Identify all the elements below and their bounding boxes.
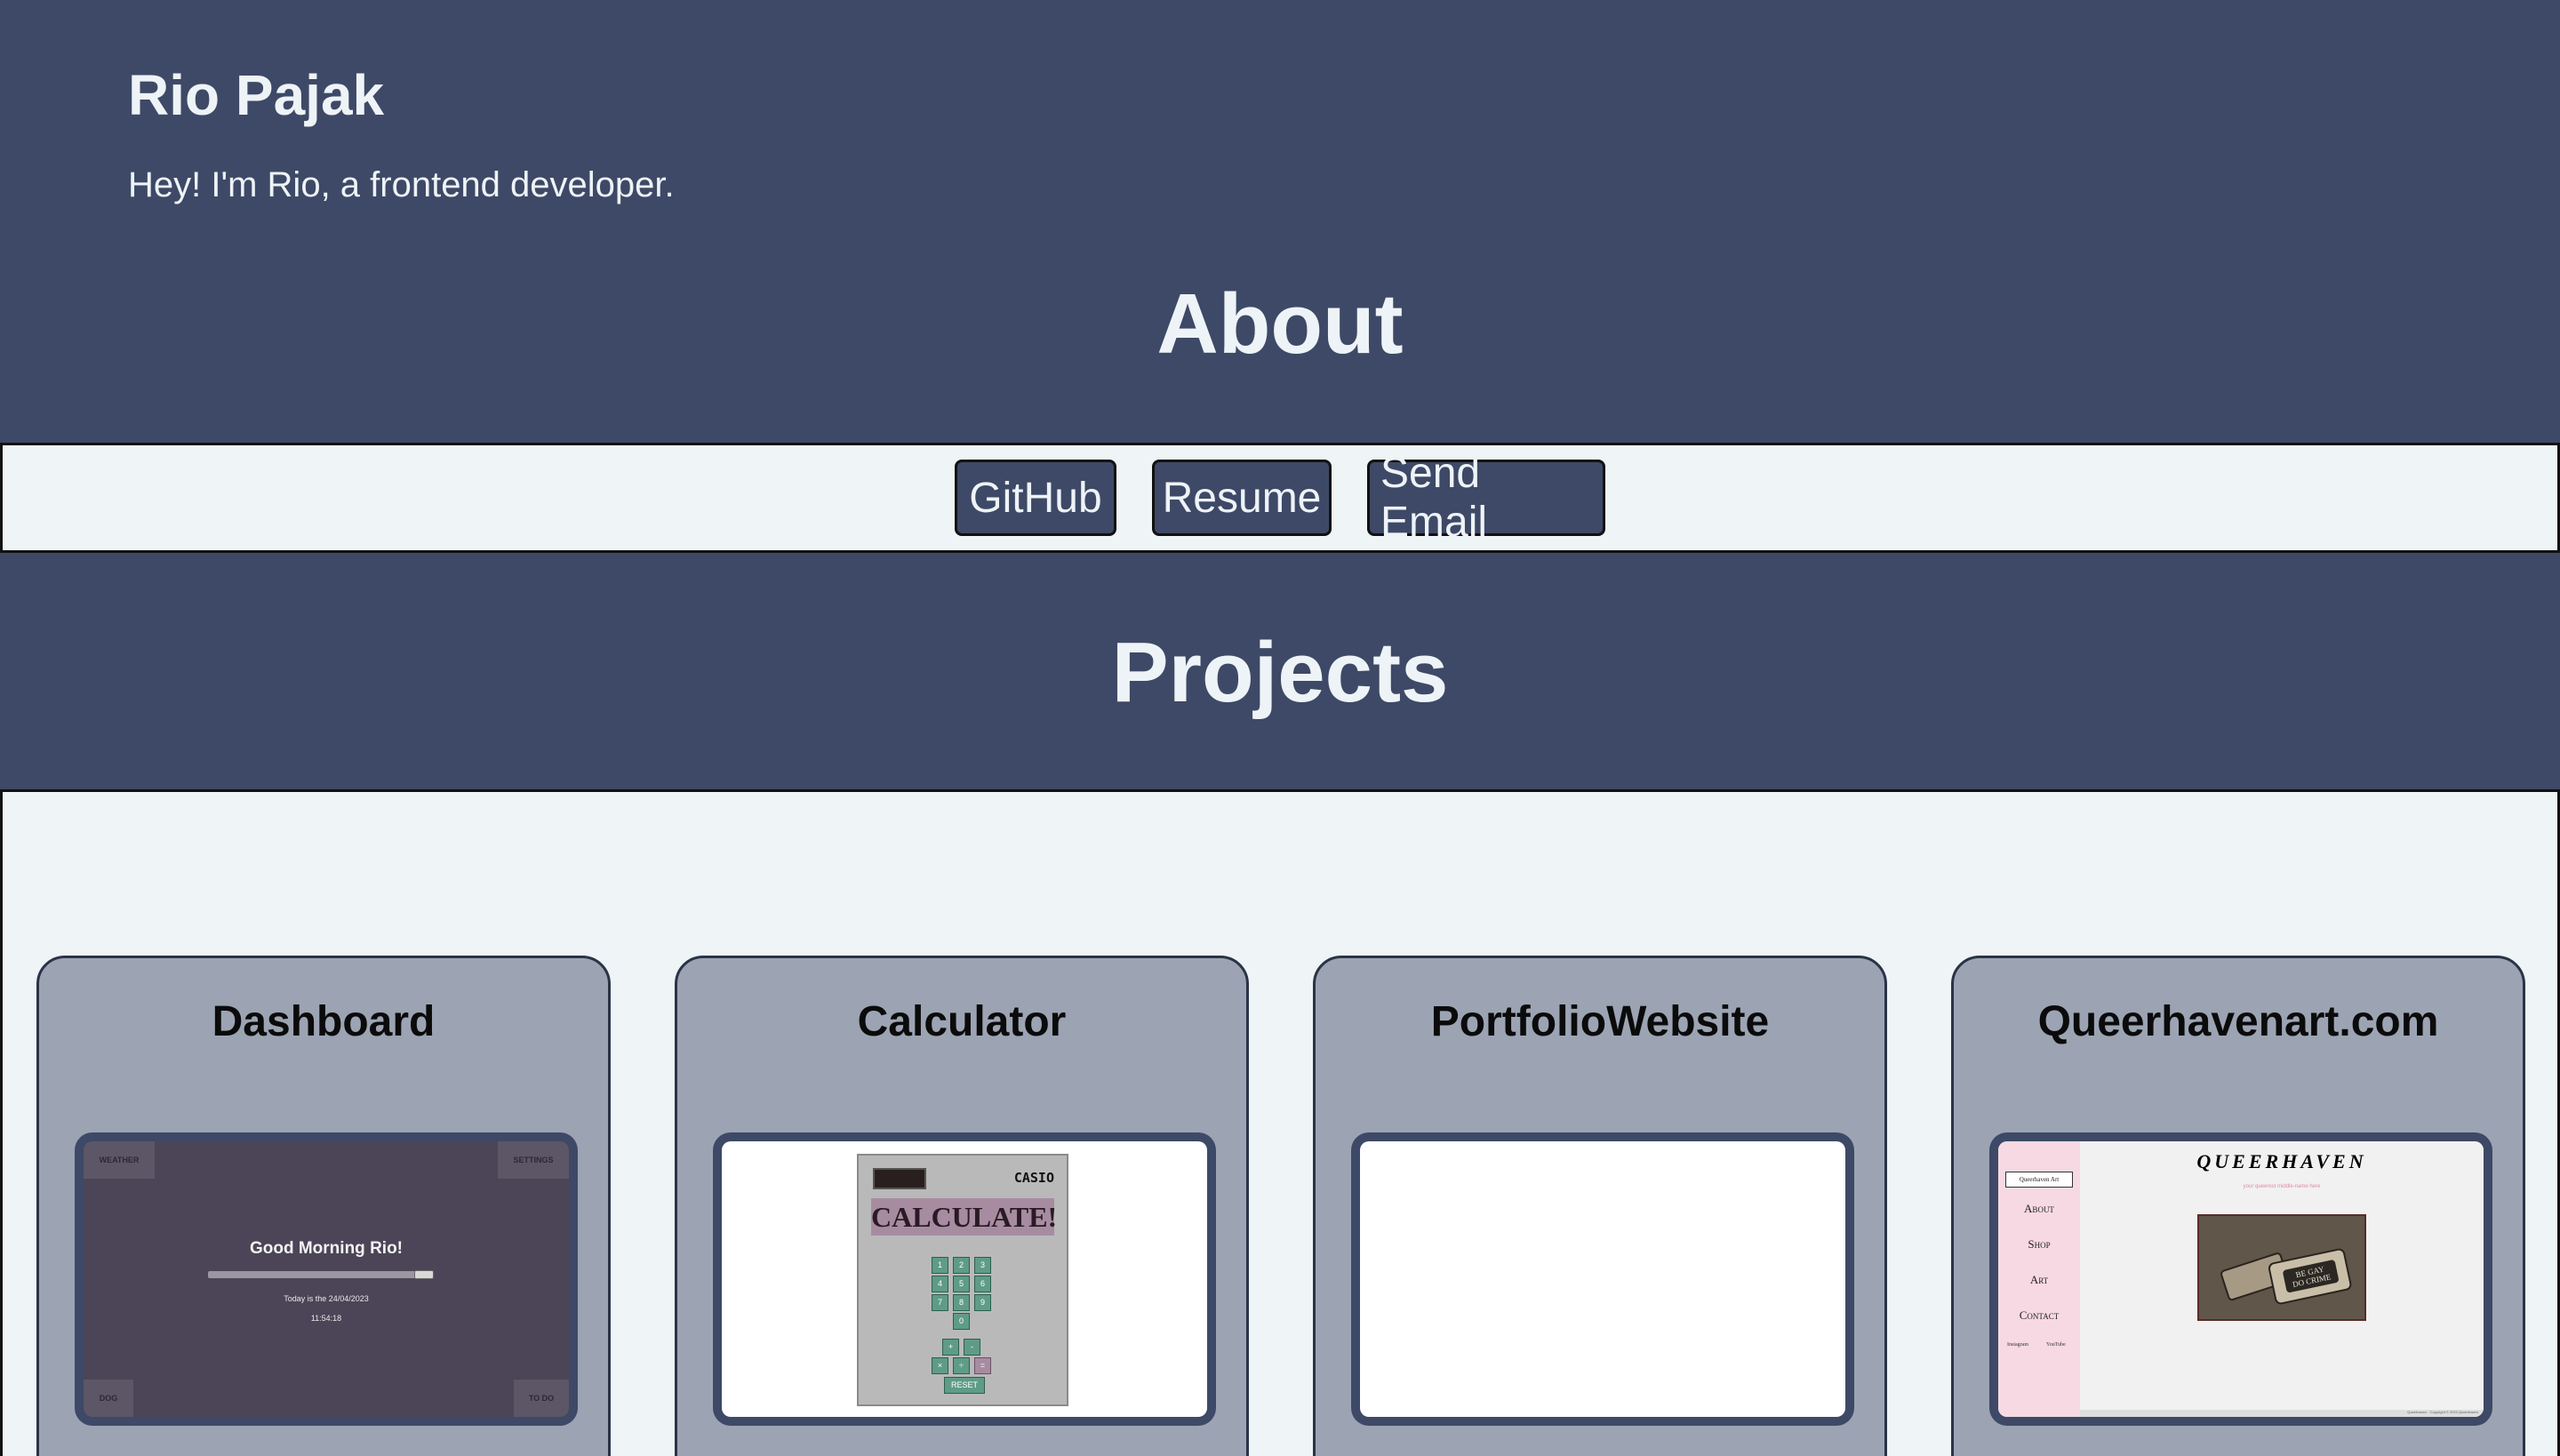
send-email-button[interactable]: Send Email <box>1367 450 1605 546</box>
todo-tile: TO DO <box>514 1380 569 1417</box>
queerhaven-tagline: your queerest middle-name here <box>2243 1184 2321 1189</box>
settings-tile: SETTINGS <box>498 1141 569 1179</box>
calculator-heading: CALCULATE! <box>871 1198 1057 1236</box>
project-preview-frame[interactable]: WEATHER SETTINGS DOG TO DO Good Morning … <box>75 1132 578 1426</box>
project-title: PortfolioWebsite <box>1430 998 1770 1045</box>
queerhaven-nav-about: About <box>2024 1202 2054 1215</box>
project-title: Calculator <box>857 998 1067 1045</box>
about-heading: About <box>1156 276 1404 372</box>
queerhaven-main: QUEERHAVEN your queerest middle-name her… <box>2080 1141 2484 1417</box>
time-text: 11:54:18 <box>310 1314 342 1323</box>
calc-key: 2 <box>953 1257 970 1274</box>
calc-key: 7 <box>932 1294 948 1311</box>
queerhaven-nav-contact: Contact <box>2019 1308 2060 1322</box>
queerhaven-nav-shop: Shop <box>2028 1237 2051 1251</box>
dog-tile: DOG <box>84 1380 133 1417</box>
header: Rio Pajak Hey! I'm Rio, a frontend devel… <box>0 0 2560 443</box>
search-button <box>414 1270 434 1279</box>
calc-key: 8 <box>953 1294 970 1311</box>
project-title: Queerhavenart.com <box>2037 998 2439 1045</box>
calc-key: = <box>974 1357 991 1374</box>
greeting-text: Good Morning Rio! <box>249 1239 403 1258</box>
site-name: Rio Pajak <box>128 63 385 127</box>
calc-key: × <box>932 1357 948 1374</box>
queerhaven-footer: Queerhaven · Copyright © 2023 Queerhaven <box>2080 1410 2484 1417</box>
calc-reset-key: RESET <box>944 1377 985 1394</box>
projects-section: Dashboard WEATHER SETTINGS DOG TO DO Goo… <box>0 789 2560 1456</box>
project-preview-frame[interactable] <box>1351 1132 1854 1426</box>
calc-key: 3 <box>974 1257 991 1274</box>
queerhaven-social-instagram: Instagram <box>2007 1342 2028 1348</box>
calc-key: ÷ <box>953 1357 970 1374</box>
calculator-preview: CASIO CALCULATE! 1 2 3 4 5 6 7 8 9 0 + -… <box>722 1141 1207 1417</box>
project-card-queerhaven[interactable]: Queerhavenart.com Queerhaven Art About S… <box>1951 956 2525 1456</box>
links-bar: GitHub Resume Send Email <box>0 443 2560 553</box>
project-card-calculator[interactable]: Calculator CASIO CALCULATE! 1 2 3 4 5 6 … <box>675 956 1249 1456</box>
project-preview-frame[interactable]: Queerhaven Art About Shop Art Contact In… <box>1989 1132 2492 1426</box>
calc-key: 1 <box>932 1257 948 1274</box>
queerhaven-sidebar: Queerhaven Art About Shop Art Contact In… <box>1998 1141 2080 1417</box>
portfolio-preview <box>1360 1141 1845 1417</box>
weather-tile: WEATHER <box>84 1141 155 1179</box>
queerhaven-logo: Queerhaven Art <box>2005 1172 2073 1188</box>
queerhaven-preview: Queerhaven Art About Shop Art Contact In… <box>1998 1141 2484 1417</box>
search-bar <box>208 1271 421 1278</box>
project-preview-frame[interactable]: CASIO CALCULATE! 1 2 3 4 5 6 7 8 9 0 + -… <box>713 1132 1216 1426</box>
calc-key: + <box>942 1339 959 1356</box>
calculator-body: CASIO CALCULATE! 1 2 3 4 5 6 7 8 9 0 + -… <box>857 1154 1068 1406</box>
queerhaven-nav-art: Art <box>2029 1273 2049 1286</box>
queerhaven-product-image: BE GAY DO CRIME <box>2197 1214 2366 1321</box>
calc-key: 0 <box>953 1313 970 1330</box>
calc-key: 9 <box>974 1294 991 1311</box>
calc-key: 6 <box>974 1276 991 1292</box>
tagline: Hey! I'm Rio, a frontend developer. <box>128 165 675 204</box>
projects-heading: Projects <box>1111 625 1449 720</box>
calculator-brand: CASIO <box>1013 1170 1054 1186</box>
github-button[interactable]: GitHub <box>955 460 1116 536</box>
queerhaven-social-youtube: YouTube <box>2046 1342 2066 1348</box>
calc-key: 5 <box>953 1276 970 1292</box>
queerhaven-site-title: QUEERHAVEN <box>2196 1150 2367 1172</box>
calculator-screen <box>873 1168 926 1189</box>
calc-key: 4 <box>932 1276 948 1292</box>
calc-key: - <box>964 1339 980 1356</box>
dashboard-preview: WEATHER SETTINGS DOG TO DO Good Morning … <box>84 1141 569 1417</box>
project-card-dashboard[interactable]: Dashboard WEATHER SETTINGS DOG TO DO Goo… <box>36 956 611 1456</box>
resume-button[interactable]: Resume <box>1152 460 1332 536</box>
project-title: Dashboard <box>212 998 436 1045</box>
date-text: Today is the 24/04/2023 <box>284 1294 369 1303</box>
project-card-portfolio[interactable]: PortfolioWebsite <box>1313 956 1887 1456</box>
